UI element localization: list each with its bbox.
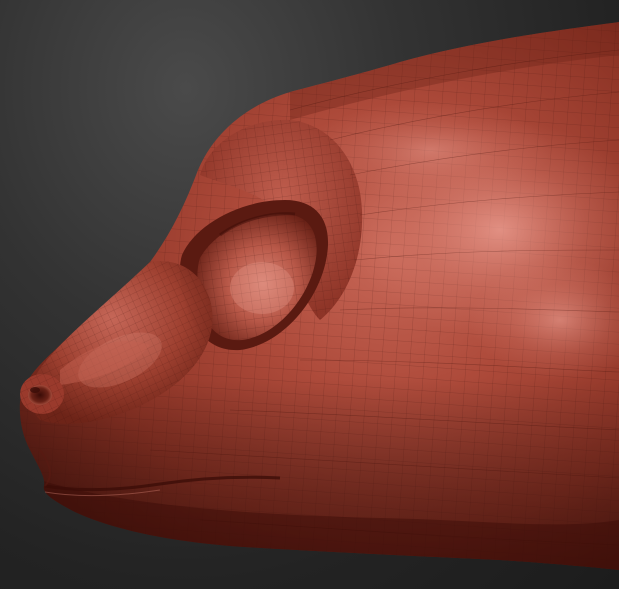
nose bbox=[20, 374, 64, 414]
3d-viewport[interactable] bbox=[0, 0, 619, 589]
sculpt-model bbox=[19, 22, 619, 570]
